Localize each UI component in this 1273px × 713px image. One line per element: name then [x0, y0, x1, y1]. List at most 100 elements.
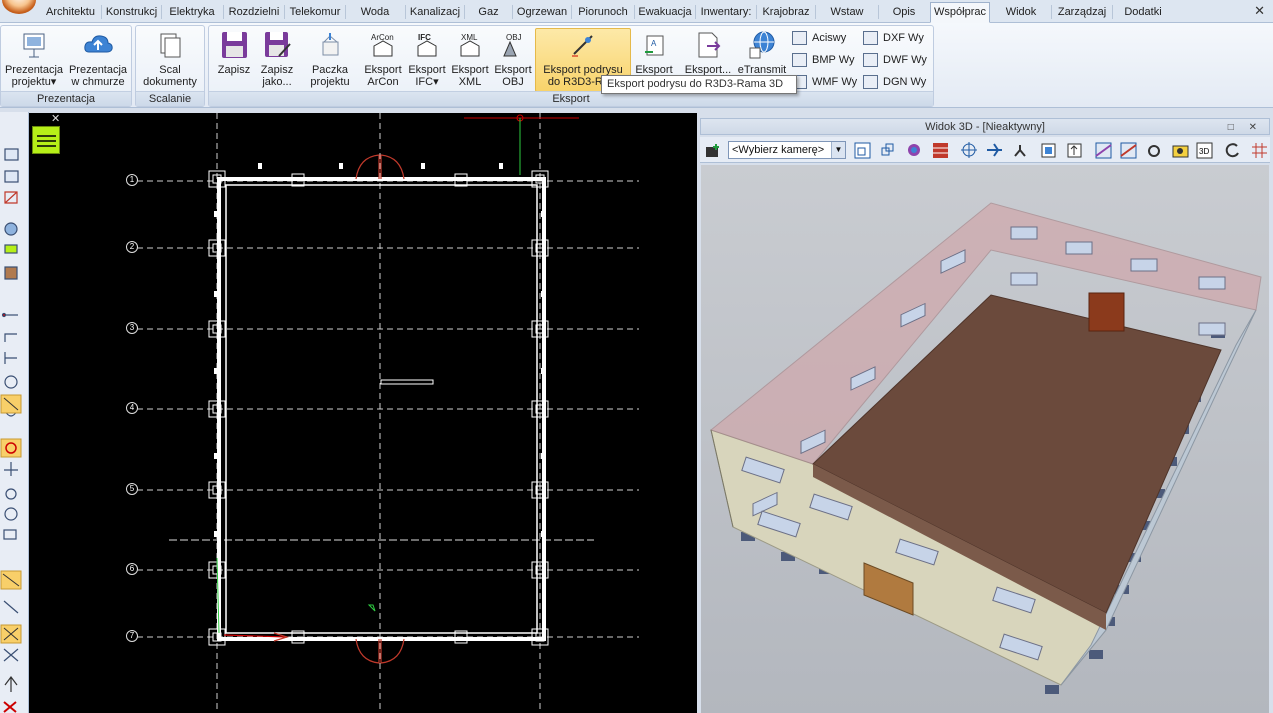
- rotate-icon[interactable]: [1224, 142, 1241, 159]
- export-doc-icon: [693, 30, 723, 60]
- view-3d-title: Widok 3D - [Nieaktywny] □ ✕: [700, 118, 1270, 135]
- tab-telekomunikacja[interactable]: Telekomur: [285, 2, 345, 23]
- tab-ogrzewanie[interactable]: Ogrzewan: [513, 2, 571, 23]
- photo-icon[interactable]: [1172, 142, 1189, 159]
- view-3d-panel: Widok 3D - [Nieaktywny] □ ✕ <Wybierz kam…: [700, 118, 1270, 713]
- svg-text:OBJ: OBJ: [506, 33, 522, 42]
- axis-label: 5: [126, 483, 138, 495]
- view-cube-icon[interactable]: [854, 142, 871, 159]
- hamburger-menu-icon[interactable]: [32, 126, 60, 154]
- walls-icon[interactable]: [932, 142, 949, 159]
- tab-wstaw[interactable]: Wstaw: [816, 2, 878, 23]
- svg-text:3D: 3D: [1199, 147, 1209, 156]
- xml-export-icon: XML: [455, 30, 485, 60]
- window-buttons[interactable]: □ ✕: [1228, 120, 1263, 136]
- save-icon: [219, 30, 249, 60]
- tab-architektura[interactable]: Architektu: [40, 2, 101, 23]
- tab-elektryka[interactable]: Elektryka: [162, 2, 222, 23]
- tab-woda[interactable]: Woda: [346, 2, 404, 23]
- tab-opis[interactable]: Opis: [879, 2, 929, 23]
- svg-text:XML: XML: [461, 33, 478, 42]
- cloud-icon: [83, 30, 113, 60]
- eksport-obj-button[interactable]: OBJ Eksport OBJ: [492, 28, 534, 92]
- ribbon: Prezentacja projektu▾ Prezentacja w chmu…: [0, 23, 1273, 108]
- zapisz-button[interactable]: Zapisz: [211, 28, 257, 92]
- group-label-prezentacja: Prezentacja: [1, 91, 131, 106]
- save-as-icon: [262, 30, 292, 60]
- prezentacja-w-chmurze-button[interactable]: Prezentacja w chmurze: [66, 28, 130, 92]
- tab-zarzadzaj[interactable]: Zarządzaj: [1052, 2, 1112, 23]
- svg-text:IFC: IFC: [418, 33, 431, 42]
- wmfwy-button[interactable]: WMF Wy: [792, 72, 857, 92]
- tab-konstrukcja[interactable]: Konstrukcj: [102, 2, 161, 23]
- tab-rozdzielnie[interactable]: Rozdzielni: [224, 2, 284, 23]
- r3d3-export-icon: [568, 30, 598, 60]
- app-logo-icon[interactable]: [2, 0, 36, 14]
- acis-icon: [792, 31, 807, 45]
- tab-wspolpraca[interactable]: Współprac: [930, 2, 990, 23]
- ribbon-tab-bar: Architektu Konstrukcj Elektryka Rozdziel…: [0, 0, 1273, 23]
- dgnwy-button[interactable]: DGN Wy: [863, 72, 926, 92]
- dwf-icon: [863, 53, 878, 67]
- svg-text:A: A: [651, 39, 657, 48]
- eksport-xml-button[interactable]: XML Eksport XML: [449, 28, 491, 92]
- group-label-eksport: Eksport: [209, 91, 933, 106]
- view-3d-scene[interactable]: [701, 165, 1269, 713]
- 3d-icon[interactable]: 3D: [1196, 142, 1213, 159]
- package-icon: [315, 30, 345, 60]
- section-color-icon[interactable]: [1120, 142, 1137, 159]
- axis-label: 6: [126, 563, 138, 575]
- zapisz-jako-button[interactable]: Zapisz jako...: [257, 28, 297, 92]
- plan-view-canvas[interactable]: 1 2 3 4 5 6 7 ✕: [29, 113, 697, 713]
- tab-krajobraz[interactable]: Krajobraz: [757, 2, 815, 23]
- dxf-icon: [863, 31, 878, 45]
- close-icon[interactable]: ✕: [51, 114, 60, 125]
- tab-ewakuacja[interactable]: Ewakuacja: [635, 2, 695, 23]
- arcon-export-icon: ArCon: [368, 30, 398, 60]
- walk-icon[interactable]: [1012, 142, 1029, 159]
- tab-inwentaryzacja[interactable]: Inwentary:: [696, 2, 756, 23]
- tab-widok[interactable]: Widok: [991, 2, 1051, 23]
- dwfwy-button[interactable]: DWF Wy: [863, 50, 927, 70]
- section-icon[interactable]: [1095, 142, 1112, 159]
- ifc-export-icon: IFC: [412, 30, 442, 60]
- tooltip: Eksport podrysu do R3D3-Rama 3D: [601, 75, 797, 94]
- scal-dokumenty-button[interactable]: Scal dokumenty: [138, 28, 202, 92]
- axis-label: 4: [126, 402, 138, 414]
- prezentacja-projektu-button[interactable]: Prezentacja projektu▾: [3, 28, 65, 92]
- render-icon[interactable]: [906, 142, 923, 159]
- left-toolbar: [0, 112, 29, 713]
- axis-label: 2: [126, 241, 138, 253]
- camera-icon[interactable]: [1146, 142, 1163, 159]
- close-icon[interactable]: ✕: [1254, 3, 1265, 19]
- grid-icon[interactable]: [1251, 142, 1268, 159]
- tab-dodatki[interactable]: Dodatki: [1113, 2, 1173, 23]
- floor-up-icon[interactable]: [1066, 142, 1083, 159]
- obj-export-icon: OBJ: [498, 30, 528, 60]
- chevron-down-icon[interactable]: ▼: [831, 142, 845, 158]
- fly-icon[interactable]: [986, 142, 1003, 159]
- eksport-ifc-button[interactable]: IFC Eksport IFC▾: [406, 28, 448, 92]
- eksport-arcon-button[interactable]: ArCon Eksport ArCon: [362, 28, 404, 92]
- paczka-projektu-button[interactable]: Paczka projektu: [306, 28, 354, 92]
- dxfwy-button[interactable]: DXF Wy: [863, 28, 924, 48]
- export-icon: A: [639, 30, 669, 60]
- building-3d-render: [709, 202, 1262, 694]
- orbit-icon[interactable]: [961, 142, 978, 159]
- tab-piorunochrony[interactable]: Piorunoch: [572, 2, 634, 23]
- axis-label: 1: [126, 174, 138, 186]
- view-3d-toolbar: <Wybierz kamerę> ▼ 3D: [700, 137, 1270, 163]
- group-label-scalanie: Scalanie: [136, 91, 204, 106]
- group-scalanie: Scal dokumenty Scalanie: [135, 25, 205, 107]
- aciswy-button[interactable]: Aciswy: [792, 28, 846, 48]
- tab-kanalizacja[interactable]: Kanalizacj: [406, 2, 464, 23]
- floor-icon[interactable]: [1040, 142, 1057, 159]
- globe-icon: [747, 30, 777, 60]
- view-perspective-icon[interactable]: [878, 142, 895, 159]
- group-prezentacja: Prezentacja projektu▾ Prezentacja w chmu…: [0, 25, 132, 107]
- tab-gaz[interactable]: Gaz: [465, 2, 512, 23]
- camera-select[interactable]: <Wybierz kamerę> ▼: [728, 141, 846, 159]
- bmpwy-button[interactable]: BMP Wy: [792, 50, 854, 70]
- bmp-icon: [792, 53, 807, 67]
- add-camera-icon[interactable]: [705, 142, 722, 159]
